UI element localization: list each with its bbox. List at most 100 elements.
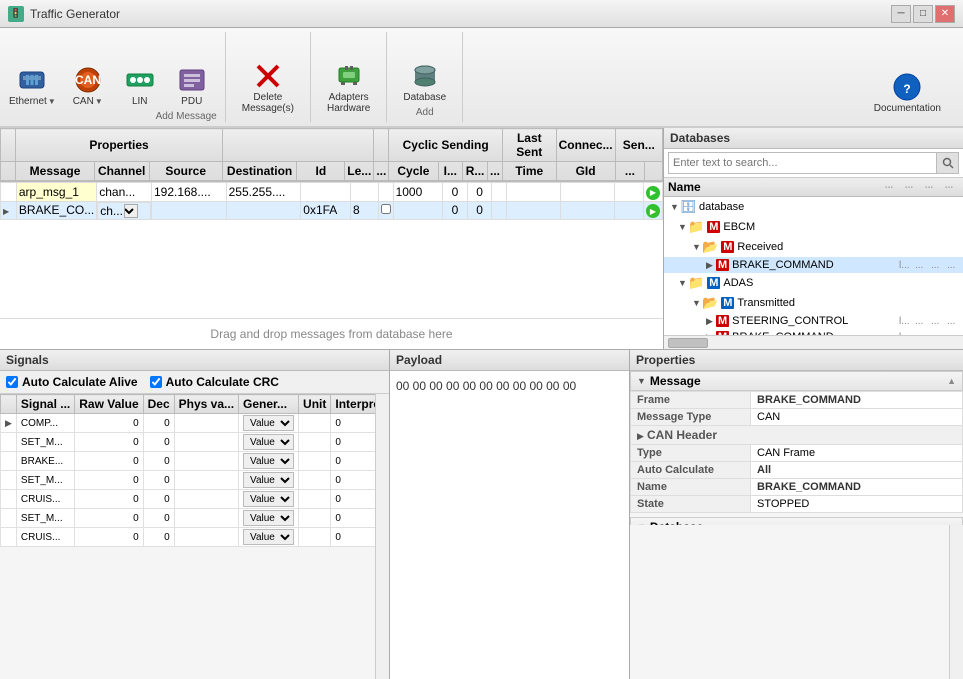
close-button[interactable]: ✕ <box>935 5 955 23</box>
top-section: Properties Cyclic Sending Last Sent Conn… <box>0 128 963 350</box>
signal-row-cruis1[interactable]: CRUIS... 0 0 Value 0 <box>1 490 376 509</box>
pdu-label: PDU <box>181 96 202 107</box>
auto-calc-alive-checkbox[interactable] <box>6 376 18 388</box>
svg-text:?: ? <box>904 82 911 96</box>
col-dot2: ... <box>487 162 502 181</box>
signal-row-setm2[interactable]: SET_M... 0 0 Value 0 <box>1 471 376 490</box>
table-row[interactable]: ▶ BRAKE_CO... ch... ▼ 0x1FA 8 <box>1 201 663 220</box>
transmitted-badge: M <box>721 297 734 309</box>
expand-comp[interactable]: ▶ <box>1 414 17 433</box>
props-label-state: State <box>631 496 751 513</box>
props-scroll-area <box>630 525 963 679</box>
hardware-label: Hardware <box>327 103 370 114</box>
expand-brake-1[interactable]: ▶ <box>706 260 716 271</box>
props-db-collapse-btn[interactable]: ▲ <box>947 522 956 525</box>
adapters-icon <box>333 60 365 92</box>
search-icon[interactable] <box>937 152 959 174</box>
signal-gen-comp[interactable]: Value <box>239 414 299 433</box>
drag-drop-area: Drag and drop messages from database her… <box>0 318 663 349</box>
auto-calc-crc-label[interactable]: Auto Calculate CRC <box>150 375 279 389</box>
database-button[interactable]: Database <box>397 56 452 107</box>
signal-gen-select-brake[interactable]: Value <box>243 453 294 469</box>
lin-button[interactable]: LIN <box>115 60 165 111</box>
signal-unit-comp <box>299 414 331 433</box>
tree-item-steering[interactable]: ▶ M STEERING_CONTROL l... ... ... ... <box>664 313 963 329</box>
auto-calc-alive-label[interactable]: Auto Calculate Alive <box>6 375 138 389</box>
messages-table-header: Properties Cyclic Sending Last Sent Conn… <box>0 128 663 181</box>
expand-database[interactable]: ▼ <box>670 202 680 212</box>
col-gen: Gener... <box>239 395 299 414</box>
table-row[interactable]: arp_msg_1 chan... 192.168.... 255.255...… <box>1 183 663 202</box>
signal-gen-select-cruis1[interactable]: Value <box>243 491 294 507</box>
props-label-msg-type: Message Type <box>631 409 751 426</box>
expand-received[interactable]: ▼ <box>692 242 702 252</box>
tree-item-transmitted[interactable]: ▼ 📂 M Transmitted <box>664 293 963 313</box>
lin-label: LIN <box>132 96 148 107</box>
delete-button[interactable]: Delete Message(s) <box>236 56 300 118</box>
expand-adas[interactable]: ▼ <box>678 278 688 288</box>
ethernet-button[interactable]: Ethernet ▼ <box>4 60 61 111</box>
tree-item-database[interactable]: ▼ 🗄 database <box>664 197 963 217</box>
scrollbar-thumb[interactable] <box>668 338 708 348</box>
expand-transmitted[interactable]: ▼ <box>692 298 702 308</box>
signal-row-cruis2[interactable]: CRUIS... 0 0 Value 0 <box>1 528 376 547</box>
signal-name-brake: BRAKE... <box>16 452 74 471</box>
signals-scrollbar-v[interactable] <box>375 394 389 679</box>
lin-icon <box>124 64 156 96</box>
tree-item-brake-cmd-1[interactable]: ▶ M BRAKE_COMMAND l... ... ... ... <box>664 257 963 273</box>
col-unit: Unit <box>299 395 331 414</box>
db-scrollbar-h[interactable] <box>664 335 963 349</box>
svg-text:CAN: CAN <box>75 73 101 87</box>
signal-row-setm3[interactable]: SET_M... 0 0 Value 0 <box>1 509 376 528</box>
documentation-label: Documentation <box>874 103 941 114</box>
signal-gen-select-setm2[interactable]: Value <box>243 472 294 488</box>
props-label-name: Name <box>631 479 751 496</box>
expand-steering[interactable]: ▶ <box>706 316 716 327</box>
props-expand-message[interactable]: ▼ <box>637 376 646 386</box>
signal-phys-comp <box>174 414 238 433</box>
tree-label-database: database <box>699 201 883 213</box>
signal-name-cruis1: CRUIS... <box>16 490 74 509</box>
auto-calc-crc-checkbox[interactable] <box>150 376 162 388</box>
steering-msg-icon: M <box>716 315 729 327</box>
props-message-section[interactable]: ▼ Message ▲ <box>630 371 963 391</box>
channel-select[interactable]: ▼ <box>124 204 138 218</box>
tree-item-received[interactable]: ▼ 📂 M Received <box>664 237 963 257</box>
signal-row-comp[interactable]: ▶ COMP... 0 0 Value <box>1 414 376 433</box>
documentation-button[interactable]: ? Documentation <box>868 67 947 118</box>
col-message: Message <box>16 162 94 181</box>
signal-row-brake[interactable]: BRAKE... 0 0 Value 0 <box>1 452 376 471</box>
row2-check[interactable] <box>381 204 391 214</box>
signal-gen-select-cruis2[interactable]: Value <box>243 529 294 545</box>
messages-table-body: arp_msg_1 chan... 192.168.... 255.255...… <box>0 182 663 318</box>
tree-label-ebcm: EBCM <box>723 221 963 233</box>
signal-gen-select-comp[interactable]: Value <box>243 415 294 431</box>
expand-ebcm[interactable]: ▼ <box>678 222 688 232</box>
tree-item-ebcm[interactable]: ▼ 📁 M EBCM <box>664 217 963 237</box>
pdu-button[interactable]: PDU <box>167 60 217 111</box>
can-button[interactable]: CAN CAN ▼ <box>63 60 113 111</box>
signal-gen-select-setm1[interactable]: Value <box>243 434 294 450</box>
received-folder-icon: 📂 <box>702 239 718 255</box>
props-expand-can[interactable]: ▶ <box>637 431 644 441</box>
props-expand-database[interactable]: ▼ <box>637 522 646 525</box>
tree-item-adas[interactable]: ▼ 📁 M ADAS <box>664 273 963 293</box>
props-database-section[interactable]: ▼ Database ▲ <box>630 517 963 525</box>
props-collapse-btn[interactable]: ▲ <box>947 376 956 386</box>
db-search-input[interactable] <box>668 152 937 174</box>
maximize-button[interactable]: □ <box>913 5 933 23</box>
props-value-frame: BRAKE_COMMAND <box>751 392 963 409</box>
props-row-can-header[interactable]: ▶ CAN Header <box>631 426 963 445</box>
app-icon: 🚦 <box>8 6 24 22</box>
tree-label-received: Received <box>737 241 963 253</box>
signal-dec-comp: 0 <box>143 414 174 433</box>
signal-gen-select-setm3[interactable]: Value <box>243 510 294 526</box>
titlebar-controls[interactable]: ─ □ ✕ <box>891 5 955 23</box>
props-scrollbar-v[interactable] <box>949 525 963 679</box>
signal-row-setm1[interactable]: SET_M... 0 0 Value 0 <box>1 433 376 452</box>
props-value-msg-type: CAN <box>751 409 963 426</box>
minimize-button[interactable]: ─ <box>891 5 911 23</box>
adapters-button[interactable]: Adapters Hardware <box>321 56 376 118</box>
adas-badge: M <box>707 277 720 289</box>
adapters-label: Adapters <box>329 92 369 103</box>
